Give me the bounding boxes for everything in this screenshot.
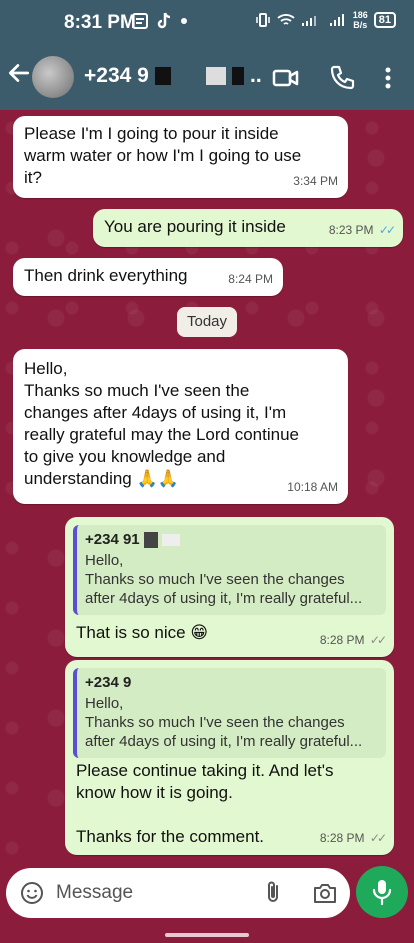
- status-bar: 8:31 PM 186 B/s 81: [0, 0, 414, 44]
- delivered-ticks-icon: ✓✓: [369, 633, 387, 647]
- message-text: You are pouring it inside: [104, 217, 286, 236]
- microphone-icon: [372, 880, 392, 906]
- battery-indicator: 81: [373, 12, 396, 28]
- redaction-block: [161, 534, 180, 547]
- message-time: 3:34 PM: [293, 174, 338, 188]
- quoted-author-text: +234 91: [85, 531, 140, 548]
- contact-name-text: +234 9: [84, 64, 149, 87]
- day-divider: Today: [177, 307, 237, 337]
- message-time: 8:23 PM: [328, 223, 374, 237]
- message-meta: 8:28 PM ✓✓: [319, 629, 387, 651]
- contact-name-tail: ..: [250, 64, 262, 87]
- chat-toolbar: +234 9 ..: [0, 50, 414, 106]
- quoted-message[interactable]: +234 91 Hello, Thanks so much I've seen …: [73, 525, 386, 615]
- back-arrow-icon[interactable]: [6, 60, 32, 86]
- gallery-notification-icon: [132, 13, 148, 29]
- redaction-block: [232, 67, 245, 86]
- message-text: Please continue taking it. And let's kno…: [76, 761, 334, 846]
- status-notification-icons: [132, 12, 188, 30]
- app-header: 8:31 PM 186 B/s 81 +234 9 ..: [0, 0, 414, 110]
- message-time: 8:28 PM: [319, 633, 365, 647]
- message-time: 8:28 PM: [319, 831, 365, 845]
- message-composer[interactable]: Message: [6, 868, 350, 918]
- video-call-icon[interactable]: [272, 64, 300, 92]
- redaction-block: [154, 67, 171, 86]
- message-text: Then drink everything: [24, 266, 188, 285]
- message-time: 10:18 AM: [287, 480, 338, 494]
- contact-name[interactable]: +234 9 ..: [84, 64, 262, 88]
- network-speed-unit: B/s: [353, 20, 368, 30]
- home-indicator[interactable]: [165, 933, 249, 937]
- message-meta: 8:28 PM ✓✓: [319, 827, 387, 849]
- message-incoming[interactable]: Then drink everything 8:24 PM: [13, 258, 283, 296]
- dot-notification-icon: [181, 18, 187, 24]
- quoted-message[interactable]: +234 9 Hello, Thanks so much I've seen t…: [73, 668, 386, 758]
- message-outgoing[interactable]: You are pouring it inside 8:23 PM ✓✓: [93, 209, 403, 247]
- message-text: That is so nice 😁: [76, 623, 209, 642]
- attach-icon[interactable]: [262, 880, 284, 906]
- contact-avatar[interactable]: [32, 56, 74, 98]
- message-input[interactable]: Message: [56, 882, 133, 904]
- voice-call-icon[interactable]: [328, 64, 356, 92]
- camera-icon[interactable]: [312, 881, 338, 905]
- signal-icon-2: [329, 14, 344, 26]
- message-text: Hello, Thanks so much I've seen the chan…: [24, 359, 299, 488]
- read-ticks-icon: ✓✓: [378, 223, 396, 237]
- delivered-ticks-icon: ✓✓: [369, 831, 387, 845]
- message-meta: 8:23 PM ✓✓: [328, 219, 396, 241]
- emoji-icon[interactable]: [20, 881, 44, 905]
- tiktok-notification-icon: [157, 12, 171, 29]
- quoted-author: +234 91: [85, 529, 378, 551]
- quoted-author: +234 9: [85, 672, 378, 694]
- signal-icon: [301, 16, 316, 26]
- wifi-icon: [277, 14, 295, 25]
- status-time: 8:31 PM: [64, 12, 136, 33]
- vibrate-icon: [255, 13, 270, 27]
- message-text: Please I'm I going to pour it inside war…: [24, 124, 302, 187]
- network-speed: 186 B/s: [353, 10, 368, 30]
- network-speed-value: 186: [352, 10, 368, 20]
- bottom-system-bar: [0, 918, 414, 943]
- message-outgoing-reply[interactable]: +234 91 Hello, Thanks so much I've seen …: [65, 517, 394, 657]
- message-incoming[interactable]: Hello, Thanks so much I've seen the chan…: [13, 349, 348, 504]
- more-options-icon[interactable]: [374, 64, 402, 92]
- redaction-block: [206, 67, 227, 86]
- message-incoming[interactable]: Please I'm I going to pour it inside war…: [13, 116, 348, 198]
- quoted-text: Hello, Thanks so much I've seen the chan…: [85, 552, 363, 607]
- quoted-text: Hello, Thanks so much I've seen the chan…: [85, 695, 363, 750]
- message-outgoing-reply[interactable]: +234 9 Hello, Thanks so much I've seen t…: [65, 660, 394, 855]
- voice-record-button[interactable]: [356, 866, 408, 918]
- message-time: 8:24 PM: [228, 272, 273, 286]
- redaction-block: [143, 532, 158, 549]
- status-system-icons: 186 B/s 81: [255, 10, 396, 30]
- quoted-author-text: +234 9: [85, 674, 132, 691]
